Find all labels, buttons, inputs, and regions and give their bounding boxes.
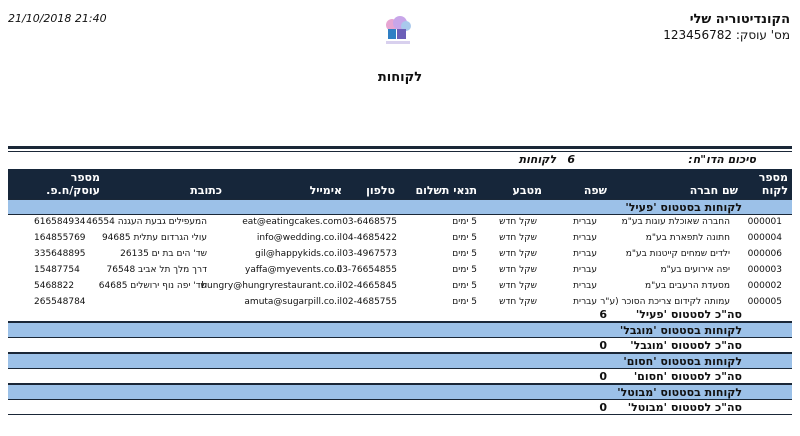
cell-language: עברית: [573, 265, 597, 275]
summary-unit: לקוחות: [518, 153, 556, 166]
group-title: לקוחות בסטטוס 'מוגבל': [619, 324, 742, 337]
cell-email: gil@happykids.co.il: [255, 249, 342, 259]
group-total-count: 6: [599, 308, 607, 321]
cell-address: דרך מלך תל אביב 76548: [106, 265, 207, 275]
cell-currency: שקל חדש: [499, 297, 537, 307]
cell-company: החברה שאוכלת עוגות בע"מ: [621, 217, 730, 227]
company-name: הקונדיטוריה שלי: [689, 12, 790, 27]
cell-address: שד' הים בת ים 26135: [120, 249, 207, 259]
cell-email: eat@eatingcakes.com: [242, 217, 342, 227]
cell-address: המעפילים גבעת העגנה 46554: [86, 217, 207, 227]
cell-code: 000005: [747, 297, 782, 307]
group-total-active: סה"כ לסטטוס 'פעיל' 6: [8, 307, 792, 322]
summary-label: סיכום הדו"ח:: [688, 153, 756, 166]
cell-currency: שקל חדש: [499, 281, 537, 291]
group-total-count: 0: [599, 370, 607, 383]
group-title: לקוחות בסטטוס 'חסום': [623, 355, 742, 368]
group-total-blocked: סה"כ לסטטוס 'חסום' 0: [8, 369, 792, 384]
cell-code: 000006: [747, 249, 782, 259]
cell-company: ילדים שמחים קייטנות בע"מ: [625, 249, 730, 259]
cell-tax-id: 164855769: [34, 233, 86, 243]
tax-id-value: 123456782: [663, 28, 732, 42]
col-header-payment-terms: תנאי תשלום: [415, 184, 477, 197]
cell-phone: 02-4685755: [342, 297, 397, 307]
cell-email: hungry@hungryrestaurant.co.il: [201, 281, 342, 291]
report-datetime: 21/10/2018 21:40: [8, 12, 107, 25]
cell-phone: 02-4665845: [342, 281, 397, 291]
cell-code: 000001: [747, 217, 782, 227]
cell-email: yaffa@myevents.co.il: [245, 265, 342, 275]
cell-terms: 5 ימים: [452, 265, 477, 275]
cell-code: 000002: [747, 281, 782, 291]
group-total-count: 0: [599, 401, 607, 414]
cell-tax-id: 265548784: [34, 297, 86, 307]
cell-address: שד' יפה נוף ירושלים 64685: [98, 281, 207, 291]
company-tax-id: מס' עוסק: 123456782: [663, 28, 790, 42]
cell-phone: 03-4967573: [342, 249, 397, 259]
group-total-divider: [8, 414, 792, 415]
col-header-language: שפה: [583, 184, 607, 197]
cell-phone: 03-76654855: [336, 265, 397, 275]
col-header-company: שם חברה: [689, 184, 738, 197]
group-total-cancelled: סה"כ לסטטוס 'מבוטל' 0: [8, 400, 792, 415]
col-header-code: מספר לקוח: [758, 171, 788, 197]
cell-terms: 5 ימים: [452, 233, 477, 243]
cell-terms: 5 ימים: [452, 281, 477, 291]
cell-terms: 5 ימים: [452, 249, 477, 259]
col-header-address: כתובת: [190, 184, 222, 197]
header-divider: [8, 146, 792, 149]
group-total-limited: סה"כ לסטטוס 'מוגבל' 0: [8, 338, 792, 353]
cell-company: חתונה לתפארת בע"מ: [645, 233, 730, 243]
cell-email: amuta@sugarpill.co.il: [244, 297, 342, 307]
table-header: מספר לקוח שם חברה שפה מטבע תנאי תשלום טל…: [8, 169, 792, 199]
summary-count: 6: [567, 153, 575, 166]
cell-address: עולי הגרדום עתלית 94685: [101, 233, 207, 243]
group-title: לקוחות בסטטוס 'פעיל': [625, 201, 742, 214]
cell-currency: שקל חדש: [499, 249, 537, 259]
cell-phone: 04-4685422: [342, 233, 397, 243]
cell-language: עברית: [573, 249, 597, 259]
tax-id-label: מס' עוסק:: [735, 28, 790, 42]
group-header-limited: לקוחות בסטטוס 'מוגבל': [8, 322, 792, 338]
cell-tax-id: 335648895: [34, 249, 86, 259]
cell-language: עברית: [573, 217, 597, 227]
cell-code: 000003: [747, 265, 782, 275]
cell-company: מסעדת הרעבים בע"מ: [644, 281, 730, 291]
col-header-tax-id: מספר עוסק/ח.פ.: [46, 171, 100, 197]
cell-terms: 5 ימים: [452, 297, 477, 307]
cupcake-logo-icon: [386, 16, 411, 44]
group-header-cancelled: לקוחות בסטטוס 'מבוטל': [8, 384, 792, 400]
cell-tax-id: 616584934: [34, 217, 86, 227]
cell-language: עברית: [573, 281, 597, 291]
cell-currency: שקל חדש: [499, 265, 537, 275]
cell-language: עברית: [573, 297, 597, 307]
group-header-blocked: לקוחות בסטטוס 'חסום': [8, 353, 792, 369]
group-total-label: סה"כ לסטטוס 'חסום': [633, 370, 742, 383]
cell-terms: 5 ימים: [452, 217, 477, 227]
cell-code: 000004: [747, 233, 782, 243]
group-header-active: לקוחות בסטטוס 'פעיל': [8, 199, 792, 215]
cell-currency: שקל חדש: [499, 233, 537, 243]
cell-phone: 03-6468575: [342, 217, 397, 227]
cell-company: עמותה לקידום צריכת הסוכר (ע"ר: [600, 297, 730, 307]
header-divider-thin: [8, 151, 792, 152]
cell-currency: שקל חדש: [499, 217, 537, 227]
group-total-label: סה"כ לסטטוס 'מוגבל': [630, 339, 742, 352]
col-header-email: אימייל: [309, 184, 342, 197]
group-title: לקוחות בסטטוס 'מבוטל': [617, 386, 742, 399]
cell-tax-id: 5468822: [34, 281, 75, 291]
cell-email: info@wedding.co.il: [256, 233, 342, 243]
col-header-currency: מטבע: [512, 184, 542, 197]
group-total-label: סה"כ לסטטוס 'פעיל': [635, 308, 742, 321]
group-total-count: 0: [599, 339, 607, 352]
group-total-label: סה"כ לסטטוס 'מבוטל': [627, 401, 742, 414]
cell-tax-id: 15487754: [34, 265, 80, 275]
cell-language: עברית: [573, 233, 597, 243]
col-header-phone: טלפון: [366, 184, 395, 197]
page-title: לקוחות: [377, 70, 423, 85]
cell-company: יפה אירועים בע"מ: [660, 265, 730, 275]
